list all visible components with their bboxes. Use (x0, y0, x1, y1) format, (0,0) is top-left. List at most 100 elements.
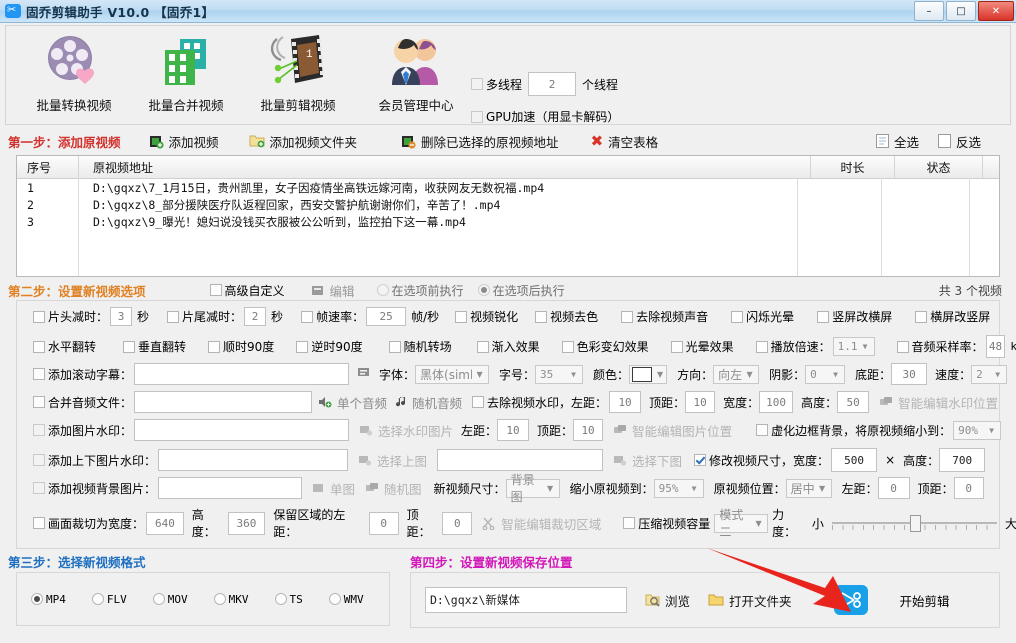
samplerate-input[interactable]: 48 (985, 335, 1006, 358)
rotate-ccw-checkbox[interactable]: 逆时90度 (296, 338, 363, 355)
multithread-checkbox[interactable]: 多线程 (471, 76, 522, 93)
play-speed-checkbox[interactable]: 播放倍速： (755, 338, 831, 355)
format-radio-ts[interactable]: TS (274, 593, 303, 606)
horizontal-to-vertical-checkbox[interactable]: 横屏改竖屏 (915, 308, 990, 325)
tail-trim-checkbox[interactable]: 片尾减时： (167, 308, 242, 325)
keep-left-input[interactable]: 0 (368, 511, 399, 535)
table-row[interactable]: 3 D:\gqxz\9_曝光！媳妇说没钱买衣服被公公听到，监控拍下这一幕.mp4 (17, 213, 999, 230)
close-button[interactable]: ✕ (978, 1, 1014, 21)
image-watermark-checkbox[interactable]: 添加图片水印： (33, 422, 132, 439)
resize-width-input[interactable]: 500 (831, 448, 878, 472)
flip-vertical-checkbox[interactable]: 垂直翻转 (123, 338, 186, 355)
flicker-halo-checkbox[interactable]: 闪烁光晕 (731, 308, 794, 325)
resize-video-checkbox[interactable]: 修改视频尺寸，宽度： (694, 452, 829, 469)
bg-left-input[interactable]: 0 (877, 477, 910, 499)
font-size-select[interactable]: 35 ▼ (535, 364, 584, 384)
resize-height-input[interactable]: 700 (939, 448, 986, 472)
new-size-select[interactable]: 背景图 ▼ (505, 473, 560, 504)
scroll-speed-select[interactable]: 2 ▼ (971, 364, 1008, 384)
table-row[interactable]: 1 D:\gqxz\7_1月15日，贵州凯里，女子因疫情坐高铁远嫁河南，收获网友… (17, 179, 999, 196)
tail-trim-input[interactable]: 2 (244, 307, 267, 326)
smart-watermark-button[interactable]: 智能编辑水印位置 (879, 393, 998, 412)
subtitle-edit-icon[interactable] (357, 366, 371, 382)
thread-count-input[interactable]: 2 (528, 72, 577, 96)
edit-button[interactable]: 编辑 (311, 281, 355, 300)
choose-top-image-button[interactable]: 选择上图 (358, 451, 427, 470)
bottom-distance-input[interactable]: 30 (891, 363, 928, 385)
image-left-input[interactable]: 10 (497, 419, 530, 441)
watermark-height-input[interactable]: 50 (837, 391, 870, 413)
format-radio-mov[interactable]: MOV (152, 593, 188, 606)
play-speed-select[interactable]: 1.1 ▼ (832, 337, 875, 356)
scroll-subtitle-input[interactable] (134, 363, 350, 385)
sharpen-checkbox[interactable]: 视频锐化 (455, 308, 518, 325)
bg-image-input[interactable] (158, 477, 303, 499)
invert-select-button[interactable]: 反选 (938, 132, 981, 151)
decolor-checkbox[interactable]: 视频去色 (535, 308, 598, 325)
compress-checkbox[interactable]: 压缩视频容量 (623, 515, 710, 532)
remove-audio-checkbox[interactable]: 去除视频声音 (621, 308, 708, 325)
crop-height-input[interactable]: 360 (227, 511, 266, 535)
bg-top-input[interactable]: 0 (953, 477, 984, 499)
compress-strength-slider[interactable] (831, 515, 997, 532)
crop-width-input[interactable]: 640 (146, 511, 184, 535)
fps-checkbox[interactable]: 帧速率： (301, 308, 364, 325)
merge-audio-input[interactable] (134, 391, 313, 413)
watermark-top-input[interactable]: 10 (685, 391, 716, 413)
watermark-width-input[interactable]: 100 (759, 391, 794, 413)
random-audio-button[interactable]: 随机音频 (395, 393, 462, 412)
bg-image-checkbox[interactable]: 添加视频背景图片： (33, 480, 156, 497)
head-trim-checkbox[interactable]: 片头减时： (33, 308, 108, 325)
select-all-button[interactable]: 全选 (876, 132, 919, 151)
format-radio-wmv[interactable]: WMV (328, 593, 364, 606)
random-image-button[interactable]: 随机图 (365, 479, 422, 498)
smart-image-position-button[interactable]: 智能编辑图片位置 (613, 421, 732, 440)
blur-background-select[interactable]: 90% ▼ (953, 420, 1002, 440)
format-radio-mkv[interactable]: MKV (213, 593, 249, 606)
single-audio-button[interactable]: 单个音频 (318, 393, 387, 412)
top-bottom-watermark-checkbox[interactable]: 添加上下图片水印： (33, 452, 156, 469)
add-video-button[interactable]: 添加视频 (149, 132, 219, 151)
maximize-button[interactable]: □ (946, 1, 976, 21)
table-row[interactable]: 2 D:\gqxz\8_部分援陕医疗队返程回家，西安交警护航谢谢你们，辛苦了！.… (17, 196, 999, 213)
remove-watermark-checkbox[interactable]: 去除视频水印，左距： (472, 394, 607, 411)
rotate-cw-checkbox[interactable]: 顺时90度 (208, 338, 274, 355)
tool-member-center[interactable]: 会员管理中心 (356, 31, 476, 114)
choose-bottom-image-button[interactable]: 选择下图 (613, 451, 682, 470)
choose-watermark-image-button[interactable]: 选择水印图片 (359, 421, 453, 440)
add-folder-button[interactable]: 添加视频文件夹 (249, 132, 357, 151)
shadow-select[interactable]: 0 ▼ (805, 364, 846, 384)
samplerate-checkbox[interactable]: 音频采样率： (896, 338, 984, 355)
compress-mode-select[interactable]: 模式二 ▼ (714, 508, 769, 539)
clear-table-button[interactable]: ✖ 清空表格 (591, 132, 659, 151)
tool-batch-convert[interactable]: 批量转换视频 (14, 31, 134, 114)
top-image-input[interactable] (158, 449, 349, 471)
image-top-input[interactable]: 10 (573, 419, 604, 441)
format-radio-flv[interactable]: FLV (91, 593, 127, 606)
blur-background-checkbox[interactable]: 虚化边框背景，将原视频缩小到： (756, 422, 951, 439)
video-table[interactable]: 序号 原视频地址 时长 状态 1 D:\gqxz\7_1月15日，贵州凯里，女子… (16, 155, 1000, 277)
fade-in-checkbox[interactable]: 渐入效果 (476, 338, 540, 355)
slider-thumb[interactable] (909, 515, 921, 532)
vertical-to-horizontal-checkbox[interactable]: 竖屏改横屏 (817, 308, 892, 325)
random-transition-checkbox[interactable]: 随机转场 (388, 338, 452, 355)
fps-input[interactable]: 25 (366, 307, 407, 326)
smart-crop-button[interactable]: 智能编辑裁切区域 (482, 514, 601, 533)
direction-select[interactable]: 向左 ▼ (713, 364, 760, 384)
flip-horizontal-checkbox[interactable]: 水平翻转 (33, 338, 96, 355)
shrink-select[interactable]: 95% ▼ (653, 478, 704, 498)
video-position-select[interactable]: 居中 ▼ (785, 478, 832, 498)
start-clip-icon-button[interactable] (833, 585, 868, 615)
exec-before-radio[interactable]: 在选项前执行 (376, 282, 464, 299)
format-radio-mp4[interactable]: MP4 (31, 593, 66, 606)
head-trim-input[interactable]: 3 (110, 307, 133, 326)
start-clip-label[interactable]: 开始剪辑 (900, 591, 950, 610)
browse-button[interactable]: 浏览 (645, 591, 690, 610)
merge-audio-checkbox[interactable]: 合并音频文件： (33, 394, 132, 411)
tool-batch-merge[interactable]: 批量合并视频 (126, 31, 246, 114)
gpu-checkbox[interactable]: GPU加速（用显卡解码） (471, 108, 619, 125)
watermark-left-input[interactable]: 10 (609, 391, 642, 413)
scroll-subtitle-checkbox[interactable]: 添加滚动字幕： (33, 366, 132, 383)
open-folder-button[interactable]: 打开文件夹 (708, 591, 792, 610)
delete-selected-button[interactable]: 删除已选择的原视频地址 (401, 132, 559, 151)
